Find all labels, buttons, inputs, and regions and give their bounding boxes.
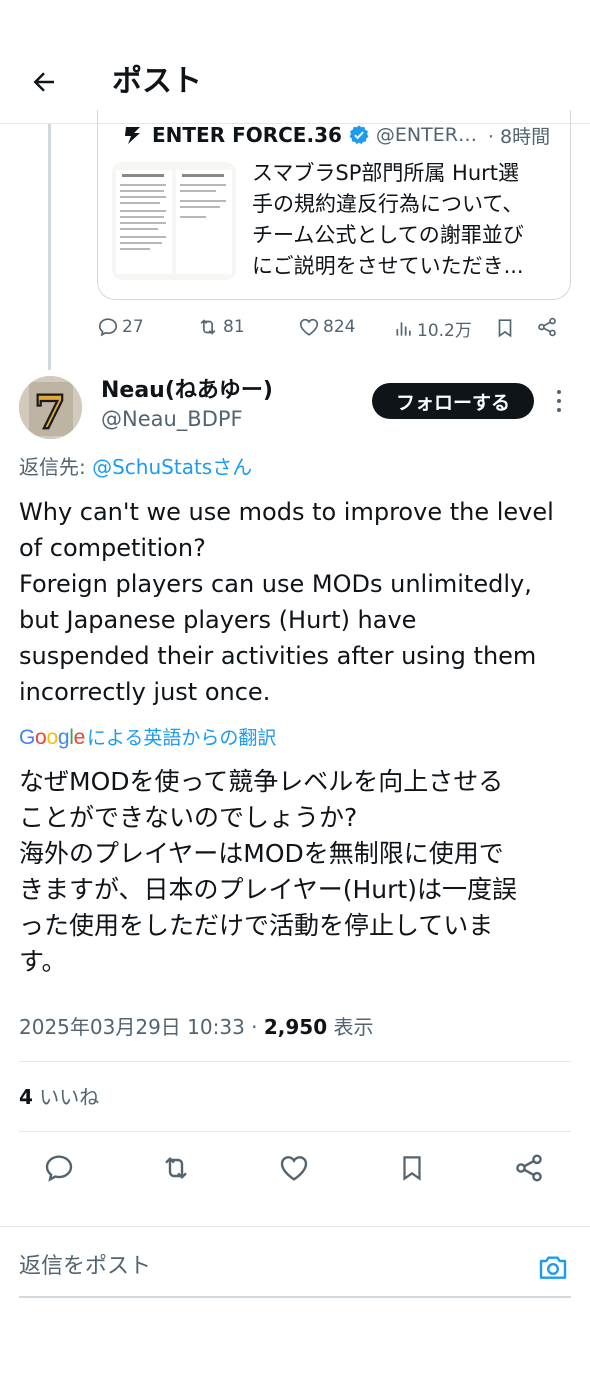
likes-summary[interactable]: 4 いいね xyxy=(19,1082,99,1112)
parent-share-button[interactable] xyxy=(536,316,561,338)
divider xyxy=(19,1131,571,1132)
google-logo: Google xyxy=(19,726,85,749)
post-body: Why can't we use mods to improve the lev… xyxy=(19,498,554,706)
reply-composer xyxy=(0,1226,590,1306)
like-icon xyxy=(280,1156,308,1181)
camera-icon xyxy=(539,1256,567,1279)
quoted-post-card[interactable]: ENTER FORCE.36 @ENTER_FORCE36 · 8時間 スマブラ… xyxy=(97,110,571,300)
parent-like-button[interactable]: 824 xyxy=(298,316,355,338)
quoted-post-text: スマブラSP部門所属 Hurt選 手の規約違反行為について、 チーム公式としての… xyxy=(252,161,524,278)
document-image xyxy=(116,170,172,274)
bookmark-icon xyxy=(498,319,512,338)
divider xyxy=(19,1061,571,1062)
parent-repost-button[interactable]: 81 xyxy=(196,316,245,338)
share-icon xyxy=(516,1154,542,1182)
translation-label: による英語からの翻訳 xyxy=(86,727,277,749)
like-icon xyxy=(299,318,319,336)
translated-text: なぜMODを使って競争レベルを向上させる ことができないのでしょうか? 海外のプ… xyxy=(19,767,517,976)
enter-force-logo-icon xyxy=(125,127,140,144)
views-icon xyxy=(396,321,411,336)
more-options-button[interactable] xyxy=(548,384,570,418)
bookmark-icon xyxy=(403,1156,421,1181)
top-header: ポスト xyxy=(0,0,590,124)
translation-attribution[interactable]: Google による英語からの翻訳 xyxy=(19,724,276,752)
post-timestamp[interactable]: 2025年03月29日 10:33 xyxy=(19,1015,245,1039)
author-handle[interactable]: @Neau_BDPF xyxy=(101,405,243,433)
document-image xyxy=(176,170,232,274)
reply-to-handle-link[interactable]: @SchuStatsさん xyxy=(92,455,252,479)
quoted-author-name: ENTER FORCE.36 xyxy=(152,123,342,147)
share-icon xyxy=(538,317,556,337)
avatar-image: 7 xyxy=(19,376,82,439)
back-button[interactable] xyxy=(24,62,64,102)
quoted-author-handle: @ENTER_FORCE36 xyxy=(375,124,480,146)
repost-button[interactable] xyxy=(156,1148,196,1188)
back-arrow-icon xyxy=(33,72,54,92)
reply-button[interactable] xyxy=(39,1148,79,1188)
reply-icon xyxy=(45,1155,73,1182)
parent-post-stats: 27 81 824 10.2万 xyxy=(0,312,590,344)
quoted-post-time: · 8時間 xyxy=(487,125,551,148)
repost-icon xyxy=(200,319,216,335)
verified-icon xyxy=(349,125,369,145)
quoted-post-thumbnail xyxy=(112,162,236,280)
quoted-post-header: ENTER FORCE.36 @ENTER_FORCE36 · 8時間 xyxy=(122,122,550,148)
like-button[interactable] xyxy=(274,1148,314,1188)
svg-text:7: 7 xyxy=(34,385,66,439)
share-button[interactable] xyxy=(509,1148,549,1188)
views-count: 2,950 xyxy=(263,1015,328,1039)
camera-button[interactable] xyxy=(533,1247,573,1287)
reply-icon xyxy=(98,318,118,337)
author-avatar[interactable]: 7 xyxy=(19,376,82,439)
post-meta: 2025年03月29日 10:33 · 2,950 表示 xyxy=(19,1015,374,1039)
follow-button[interactable]: フォローする xyxy=(372,383,534,419)
repost-icon xyxy=(165,1156,187,1180)
reply-input-underline xyxy=(19,1296,571,1298)
more-icon xyxy=(557,390,561,394)
author-name[interactable]: Neau(ねあゆー) xyxy=(101,376,273,406)
page-title: ポスト xyxy=(112,64,202,99)
reply-to-line: 返信先: @SchuStatsさん xyxy=(19,455,253,479)
bookmark-button[interactable] xyxy=(392,1148,432,1188)
reply-input[interactable] xyxy=(19,1245,519,1287)
parent-reply-button[interactable]: 27 xyxy=(97,316,144,338)
parent-bookmark-button[interactable] xyxy=(494,316,519,340)
parent-views-button[interactable]: 10.2万 xyxy=(394,316,472,341)
